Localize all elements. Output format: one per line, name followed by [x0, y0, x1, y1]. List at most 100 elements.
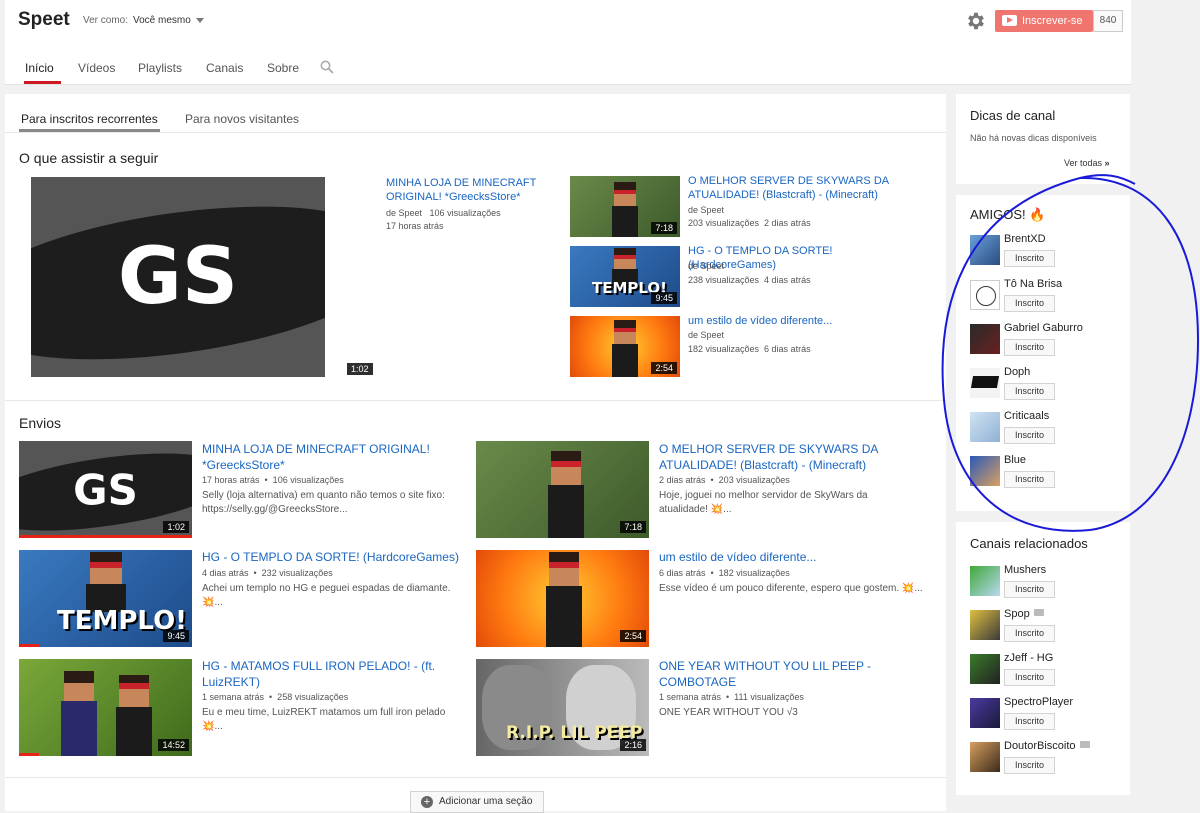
- subscribed-button[interactable]: Inscrito: [1004, 757, 1055, 774]
- video-stats: 238 visualizações 4 dias atrás: [688, 275, 811, 285]
- watch-progress-bar: [19, 644, 39, 647]
- subscribed-button[interactable]: Inscrito: [1004, 295, 1055, 312]
- channel-name[interactable]: DoutorBiscoito: [1004, 740, 1090, 752]
- tab-sobre[interactable]: Sobre: [267, 61, 299, 75]
- subscribed-button[interactable]: Inscrito: [1004, 383, 1055, 400]
- see-all-label: Ver todas: [1064, 158, 1103, 168]
- video-thumbnail[interactable]: 2:54: [476, 550, 649, 647]
- subscribed-button[interactable]: Inscrito: [1004, 669, 1055, 686]
- channel-name[interactable]: Speet: [18, 9, 70, 31]
- video-thumbnail[interactable]: 2:54: [570, 316, 680, 377]
- video-title[interactable]: O MELHOR SERVER DE SKYWARS DA ATUALIDADE…: [688, 174, 903, 202]
- video-thumbnail[interactable]: GS 1:02: [19, 441, 192, 538]
- video-description: Selly (loja alternativa) em quanto não t…: [202, 490, 445, 515]
- avatar[interactable]: [970, 742, 1000, 772]
- featured-video-thumbnail[interactable]: GS: [31, 177, 325, 377]
- channel-name[interactable]: Blue: [1004, 454, 1026, 466]
- video-title[interactable]: HG - MATAMOS FULL IRON PELADO! - (ft. Lu…: [202, 658, 462, 690]
- avatar[interactable]: [970, 324, 1000, 354]
- see-all-link[interactable]: Ver todas »: [1064, 158, 1110, 168]
- subscribed-button[interactable]: Inscrito: [1004, 250, 1055, 267]
- featured-video-title[interactable]: MINHA LOJA DE MINECRAFT ORIGINAL! *Greec…: [386, 176, 556, 204]
- avatar[interactable]: [970, 368, 1000, 398]
- avatar[interactable]: [970, 654, 1000, 684]
- related-channels-card: Canais relacionados Mushers Inscrito Spo…: [956, 522, 1130, 795]
- channel-name[interactable]: Spop: [1004, 608, 1044, 620]
- subscribed-button[interactable]: Inscrito: [1004, 713, 1055, 730]
- video-thumbnail[interactable]: 7:18: [570, 176, 680, 237]
- gear-icon[interactable]: [965, 10, 987, 32]
- video-thumbnail[interactable]: 7:18: [476, 441, 649, 538]
- video-title[interactable]: ONE YEAR WITHOUT YOU LIL PEEP - COMBOTAG…: [659, 658, 919, 690]
- thumbnail-text: GS: [117, 232, 239, 322]
- subscribed-button[interactable]: Inscrito: [1004, 471, 1055, 488]
- avatar[interactable]: [970, 235, 1000, 265]
- subscribed-button[interactable]: Inscrito: [1004, 427, 1055, 444]
- avatar[interactable]: [970, 610, 1000, 640]
- channel-item: Gabriel Gaburro Inscrito: [970, 322, 1120, 362]
- channel-name[interactable]: Mushers: [1004, 564, 1046, 576]
- add-section-button[interactable]: + Adicionar uma seção: [410, 791, 544, 813]
- card-title: Canais relacionados: [970, 536, 1088, 551]
- video-title[interactable]: O MELHOR SERVER DE SKYWARS DA ATUALIDADE…: [659, 441, 919, 473]
- video-thumbnail[interactable]: TEMPLO! 9:45: [19, 550, 192, 647]
- video-duration: 2:16: [620, 739, 646, 751]
- channel-name[interactable]: SpectroPlayer: [1004, 696, 1073, 708]
- video-thumbnail[interactable]: 14:52: [19, 659, 192, 756]
- watch-progress-bar: [19, 535, 192, 538]
- video-title[interactable]: HG - O TEMPLO DA SORTE! (HardcoreGames): [202, 549, 472, 565]
- view-as-dropdown[interactable]: Você mesmo: [133, 15, 191, 26]
- subtab-returning-subscribers[interactable]: Para inscritos recorrentes: [21, 112, 158, 126]
- video-title[interactable]: MINHA LOJA DE MINECRAFT ORIGINAL! *Greec…: [202, 441, 462, 473]
- tips-message: Não há novas dicas disponíveis: [970, 133, 1097, 143]
- friends-card: AMIGOS! 🔥 BrentXD Inscrito Tô Na Brisa I…: [956, 195, 1130, 511]
- video-stats: 1 semana atrás • 111 visualizações: [659, 692, 804, 702]
- card-title: Dicas de canal: [970, 108, 1056, 123]
- video-description: Hoje, joguei no melhor servidor de SkyWa…: [659, 490, 868, 515]
- video-stats: 4 dias atrás • 232 visualizações: [202, 568, 333, 578]
- video-duration: 14:52: [158, 739, 189, 751]
- video-duration: 1:02: [347, 363, 373, 375]
- avatar[interactable]: [970, 280, 1000, 310]
- section-title-uploads: Envios: [19, 415, 62, 431]
- avatar[interactable]: [970, 456, 1000, 486]
- verified-badge-icon: [1033, 609, 1044, 616]
- video-stats: 2 dias atrás • 203 visualizações: [659, 475, 790, 485]
- subscribed-button[interactable]: Inscrito: [1004, 339, 1055, 356]
- video-duration: 9:45: [163, 630, 189, 642]
- video-thumbnail[interactable]: TEMPLO! 9:45: [570, 246, 680, 307]
- avatar[interactable]: [970, 412, 1000, 442]
- subscribe-button[interactable]: Inscrever-se: [995, 10, 1093, 32]
- channel-name[interactable]: Tô Na Brisa: [1004, 278, 1062, 290]
- video-title[interactable]: um estilo de vídeo diferente...: [659, 549, 919, 565]
- subscribed-button[interactable]: Inscrito: [1004, 625, 1055, 642]
- channel-tips-card: Dicas de canal Não há novas dicas dispon…: [956, 94, 1130, 184]
- search-icon[interactable]: [320, 60, 334, 74]
- tab-playlists[interactable]: Playlists: [138, 61, 182, 75]
- video-description: Eu e meu time, LuizREKT matamos um full …: [202, 707, 446, 732]
- channel-name[interactable]: BrentXD: [1004, 233, 1046, 245]
- video-title[interactable]: um estilo de vídeo diferente...: [688, 314, 903, 328]
- channel-name[interactable]: Gabriel Gaburro: [1004, 322, 1083, 334]
- video-author: de Speet: [688, 330, 725, 340]
- subscriber-count: 840: [1093, 10, 1123, 32]
- channel-name[interactable]: Doph: [1004, 366, 1030, 378]
- chevron-down-icon[interactable]: [196, 18, 204, 23]
- subscribed-button[interactable]: Inscrito: [1004, 581, 1055, 598]
- subtab-new-visitors[interactable]: Para novos visitantes: [185, 112, 299, 126]
- channel-name[interactable]: zJeff - HG: [1004, 652, 1053, 664]
- video-duration: 9:45: [651, 292, 677, 304]
- channel-name[interactable]: Criticaals: [1004, 410, 1049, 422]
- tab-videos[interactable]: Vídeos: [78, 61, 115, 75]
- video-description: Achei um templo no HG e peguei espadas d…: [202, 583, 451, 608]
- channel-item: zJeff - HG Inscrito: [970, 652, 1120, 692]
- avatar[interactable]: [970, 698, 1000, 728]
- plus-icon: +: [421, 796, 433, 808]
- subscribe-label: Inscrever-se: [1022, 15, 1083, 27]
- video-thumbnail[interactable]: R.I.P. LIL PEEP 2:16: [476, 659, 649, 756]
- avatar[interactable]: [970, 566, 1000, 596]
- thumbnail-text: GS: [73, 465, 138, 514]
- tab-canais[interactable]: Canais: [206, 61, 243, 75]
- channel-item: SpectroPlayer Inscrito: [970, 696, 1120, 736]
- tab-inicio[interactable]: Início: [25, 61, 54, 75]
